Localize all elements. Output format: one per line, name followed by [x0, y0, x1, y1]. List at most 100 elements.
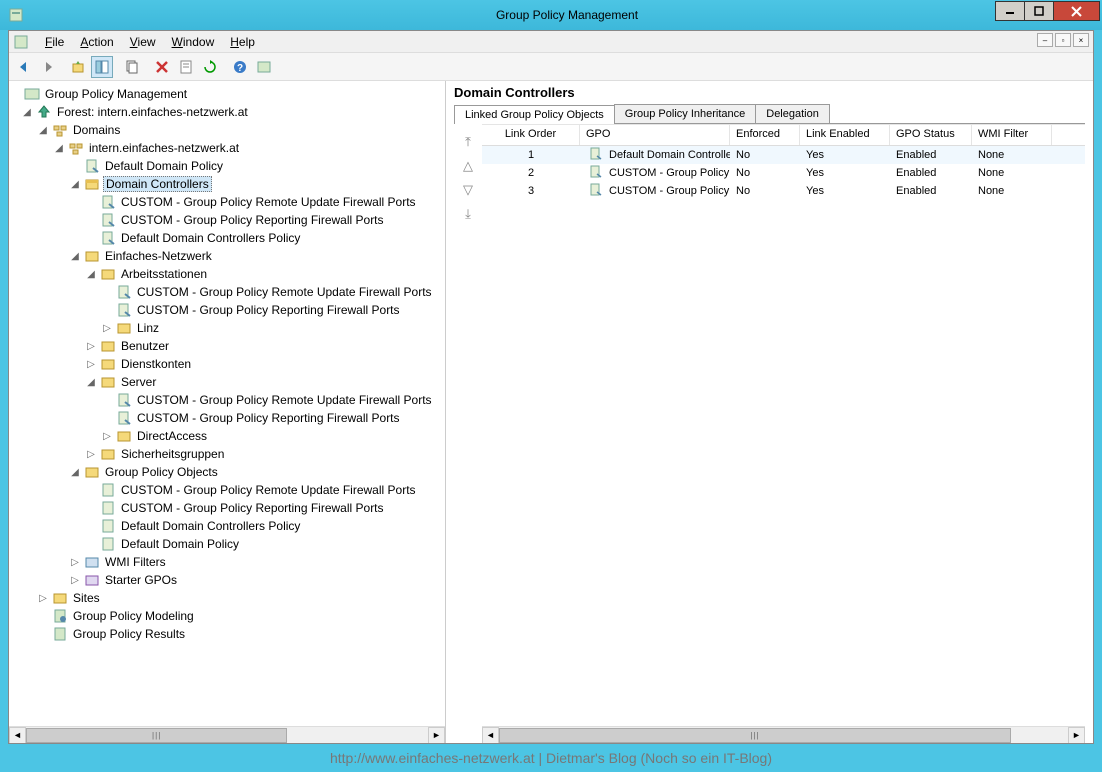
menu-help[interactable]: Help — [222, 33, 263, 51]
tree-en[interactable]: ◢Einfaches-Netzwerk — [9, 247, 445, 265]
tree-serv-c1[interactable]: CUSTOM - Group Policy Remote Update Fire… — [9, 391, 445, 409]
tree-gpm[interactable]: Group Policy Modeling — [9, 607, 445, 625]
tree-dc-c3[interactable]: Default Domain Controllers Policy — [9, 229, 445, 247]
mdi-restore[interactable]: ▫ — [1055, 33, 1071, 47]
scroll-thumb[interactable]: ||| — [26, 728, 287, 743]
tree-arb-c2[interactable]: CUSTOM - Group Policy Reporting Firewall… — [9, 301, 445, 319]
col-gpo-status[interactable]: GPO Status — [890, 125, 972, 145]
tab-delegation[interactable]: Delegation — [755, 104, 830, 123]
scroll-track[interactable]: ||| — [499, 727, 1068, 744]
menu-file[interactable]: File — [37, 33, 72, 51]
scroll-left-button[interactable]: ◄ — [9, 727, 26, 744]
tree-sites[interactable]: ▷Sites — [9, 589, 445, 607]
properties-button[interactable] — [175, 56, 197, 78]
tree-gpo-c1[interactable]: CUSTOM - Group Policy Remote Update Fire… — [9, 481, 445, 499]
ou-icon — [116, 428, 132, 444]
tree-ddp[interactable]: Default Domain Policy — [9, 157, 445, 175]
tree-serv-c2[interactable]: CUSTOM - Group Policy Reporting Firewall… — [9, 409, 445, 427]
table-hscroll[interactable]: ◄ ||| ► — [482, 726, 1085, 743]
tree-da[interactable]: ▷DirectAccess — [9, 427, 445, 445]
tree-serv[interactable]: ◢Server — [9, 373, 445, 391]
folder-icon — [84, 464, 100, 480]
tree-gpo-c3[interactable]: Default Domain Controllers Policy — [9, 517, 445, 535]
delete-button[interactable] — [151, 56, 173, 78]
expander-icon[interactable]: ▷ — [101, 431, 113, 442]
scroll-track[interactable]: ||| — [26, 727, 428, 744]
mdi-close[interactable]: × — [1073, 33, 1089, 47]
tree-dc[interactable]: ◢Domain Controllers — [9, 175, 445, 193]
minimize-button[interactable] — [995, 1, 1025, 21]
tree-root[interactable]: Group Policy Management — [9, 85, 445, 103]
copy-button[interactable] — [121, 56, 143, 78]
refresh-button[interactable] — [199, 56, 221, 78]
tree-gpo-container[interactable]: ◢Group Policy Objects — [9, 463, 445, 481]
scroll-right-button[interactable]: ► — [1068, 727, 1085, 744]
up-button[interactable] — [67, 56, 89, 78]
col-enforced[interactable]: Enforced — [730, 125, 800, 145]
move-up-button[interactable]: △ — [459, 158, 477, 176]
expander-icon[interactable]: ▷ — [85, 449, 97, 460]
expander-icon[interactable]: ◢ — [85, 269, 97, 280]
col-gpo[interactable]: GPO — [580, 125, 730, 145]
ou-icon — [100, 374, 116, 390]
tree-arb-c1[interactable]: CUSTOM - Group Policy Remote Update Fire… — [9, 283, 445, 301]
expander-icon[interactable]: ▷ — [85, 341, 97, 352]
tree-gpo-c4[interactable]: Default Domain Policy — [9, 535, 445, 553]
mdi-minimize[interactable]: ‒ — [1037, 33, 1053, 47]
detail-pane: Domain Controllers Linked Group Policy O… — [446, 81, 1093, 743]
menu-view[interactable]: View — [122, 33, 164, 51]
expander-icon[interactable]: ◢ — [69, 467, 81, 478]
expander-icon[interactable]: ◢ — [21, 107, 33, 118]
back-button[interactable] — [13, 56, 35, 78]
expander-icon[interactable]: ◢ — [53, 143, 65, 154]
menu-action[interactable]: Action — [72, 33, 121, 51]
tab-linked-gpos[interactable]: Linked Group Policy Objects — [454, 105, 615, 124]
tree-domains[interactable]: ◢Domains — [9, 121, 445, 139]
expander-icon[interactable]: ◢ — [69, 179, 81, 190]
expander-icon[interactable]: ◢ — [85, 377, 97, 388]
tab-inheritance[interactable]: Group Policy Inheritance — [614, 104, 756, 123]
forward-button[interactable] — [37, 56, 59, 78]
tree[interactable]: Group Policy Management ◢Forest: intern.… — [9, 81, 445, 726]
table-row[interactable]: 3 CUSTOM - Group Policy ... No Yes Enabl… — [482, 182, 1085, 200]
maximize-button[interactable] — [1024, 1, 1054, 21]
move-bottom-button[interactable]: ⤓ — [459, 206, 477, 224]
expander-icon[interactable]: ◢ — [37, 125, 49, 136]
col-wmi-filter[interactable]: WMI Filter — [972, 125, 1052, 145]
expander-icon[interactable]: ▷ — [101, 323, 113, 334]
table-body[interactable]: 1 Default Domain Controlle... No Yes Ena… — [482, 146, 1085, 726]
tree-wmi[interactable]: ▷WMI Filters — [9, 553, 445, 571]
expander-icon[interactable]: ◢ — [69, 251, 81, 262]
tree-sich[interactable]: ▷Sicherheitsgruppen — [9, 445, 445, 463]
tree-starter[interactable]: ▷Starter GPOs — [9, 571, 445, 589]
tree-arb[interactable]: ◢Arbeitsstationen — [9, 265, 445, 283]
scroll-right-button[interactable]: ► — [428, 727, 445, 744]
help-button[interactable]: ? — [229, 56, 251, 78]
menu-window[interactable]: Window — [164, 33, 223, 51]
tree-domain[interactable]: ◢intern.einfaches-netzwerk.at — [9, 139, 445, 157]
scroll-left-button[interactable]: ◄ — [482, 727, 499, 744]
move-down-button[interactable]: ▽ — [459, 182, 477, 200]
tree-dc-c1[interactable]: CUSTOM - Group Policy Remote Update Fire… — [9, 193, 445, 211]
show-hide-tree-button[interactable] — [91, 56, 113, 78]
col-link-enabled[interactable]: Link Enabled — [800, 125, 890, 145]
table-row[interactable]: 1 Default Domain Controlle... No Yes Ena… — [482, 146, 1085, 164]
close-button[interactable] — [1053, 1, 1100, 21]
expander-icon[interactable]: ▷ — [85, 359, 97, 370]
tree-linz[interactable]: ▷Linz — [9, 319, 445, 337]
table-row[interactable]: 2 CUSTOM - Group Policy ... No Yes Enabl… — [482, 164, 1085, 182]
expander-icon[interactable]: ▷ — [69, 575, 81, 586]
tree-dc-c2[interactable]: CUSTOM - Group Policy Reporting Firewall… — [9, 211, 445, 229]
tree-dien[interactable]: ▷Dienstkonten — [9, 355, 445, 373]
move-top-button[interactable]: ⤒ — [459, 134, 477, 152]
tree-forest[interactable]: ◢Forest: intern.einfaches-netzwerk.at — [9, 103, 445, 121]
expander-icon[interactable]: ▷ — [37, 593, 49, 604]
tree-ben[interactable]: ▷Benutzer — [9, 337, 445, 355]
col-link-order[interactable]: Link Order — [482, 125, 580, 145]
expander-icon[interactable]: ▷ — [69, 557, 81, 568]
tree-hscroll[interactable]: ◄ ||| ► — [9, 726, 445, 743]
tree-gpr[interactable]: Group Policy Results — [9, 625, 445, 643]
export-button[interactable] — [253, 56, 275, 78]
scroll-thumb[interactable]: ||| — [499, 728, 1011, 743]
tree-gpo-c2[interactable]: CUSTOM - Group Policy Reporting Firewall… — [9, 499, 445, 517]
